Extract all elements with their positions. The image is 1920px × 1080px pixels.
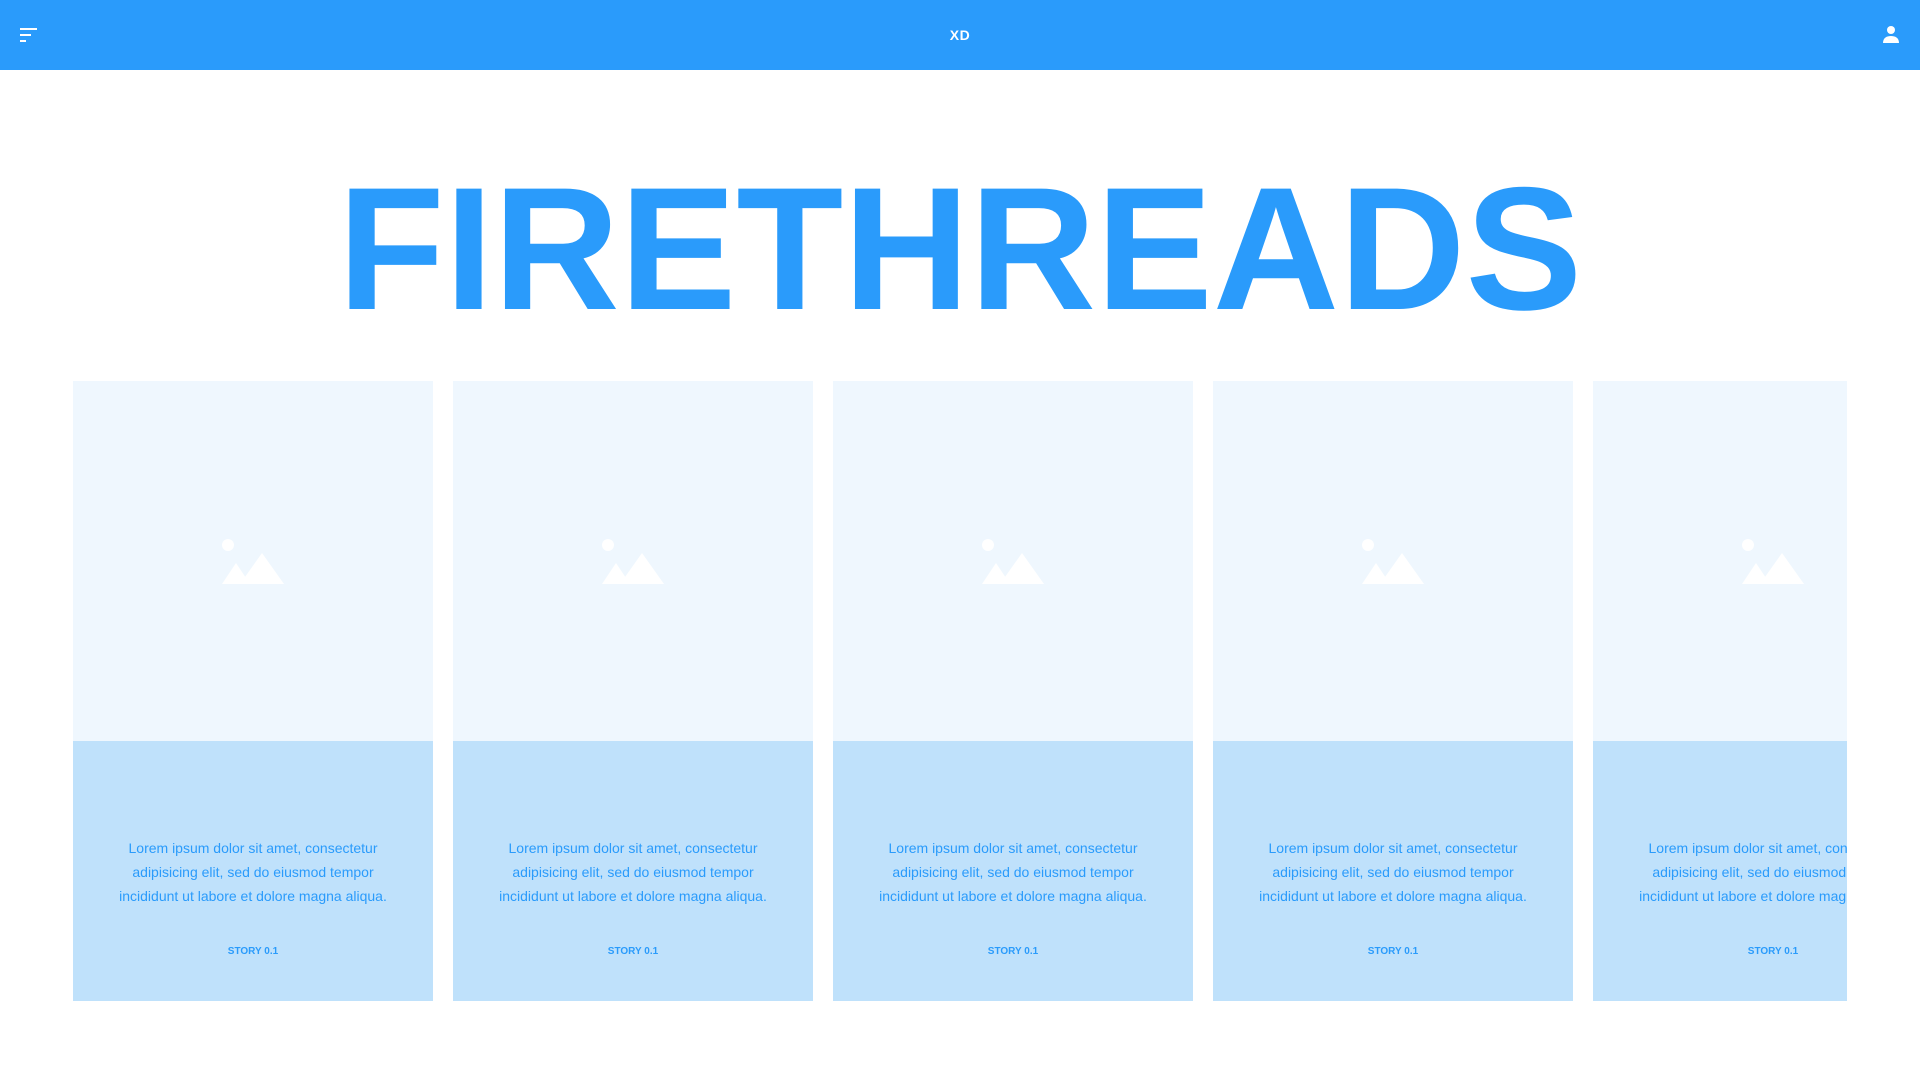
image-placeholder-icon	[1742, 538, 1804, 584]
card-image-placeholder	[73, 381, 433, 741]
card-body: Lorem ipsum dolor sit amet, consectetur …	[73, 741, 433, 1001]
card-body: Lorem ipsum dolor sit amet, consectetur …	[833, 741, 1193, 1001]
story-card[interactable]: Lorem ipsum dolor sit amet, consectetur …	[1213, 381, 1573, 1001]
card-story-label[interactable]: STORY 0.1	[1213, 946, 1573, 957]
card-description: Lorem ipsum dolor sit amet, consectetur …	[879, 840, 1147, 904]
card-body: Lorem ipsum dolor sit amet, consectetur …	[453, 741, 813, 1001]
card-body: Lorem ipsum dolor sit amet, consectetur …	[1593, 741, 1847, 1001]
story-card[interactable]: Lorem ipsum dolor sit amet, consectetur …	[73, 381, 433, 1001]
card-description: Lorem ipsum dolor sit amet, consectetur …	[1259, 840, 1527, 904]
card-description: Lorem ipsum dolor sit amet, consectetur …	[1639, 840, 1847, 904]
card-story-label[interactable]: STORY 0.1	[1593, 946, 1847, 957]
card-image-placeholder	[833, 381, 1193, 741]
card-image-placeholder	[1593, 381, 1847, 741]
card-image-placeholder	[1213, 381, 1573, 741]
card-story-label[interactable]: STORY 0.1	[453, 946, 813, 957]
card-description: Lorem ipsum dolor sit amet, consectetur …	[499, 840, 767, 904]
hero-title: FIRETHREADS	[337, 152, 1583, 347]
image-placeholder-icon	[1362, 538, 1424, 584]
card-story-label[interactable]: STORY 0.1	[73, 946, 433, 957]
story-carousel[interactable]: Lorem ipsum dolor sit amet, consectetur …	[73, 381, 1847, 1001]
app-brand: XD	[949, 27, 971, 43]
card-image-placeholder	[453, 381, 813, 741]
user-icon[interactable]	[1882, 25, 1900, 43]
card-body: Lorem ipsum dolor sit amet, consectetur …	[1213, 741, 1573, 1001]
story-card[interactable]: Lorem ipsum dolor sit amet, consectetur …	[1593, 381, 1847, 1001]
story-card[interactable]: Lorem ipsum dolor sit amet, consectetur …	[453, 381, 813, 1001]
card-story-label[interactable]: STORY 0.1	[833, 946, 1193, 957]
image-placeholder-icon	[602, 538, 664, 584]
image-placeholder-icon	[982, 538, 1044, 584]
story-card[interactable]: Lorem ipsum dolor sit amet, consectetur …	[833, 381, 1193, 1001]
story-card-track: Lorem ipsum dolor sit amet, consectetur …	[73, 381, 1847, 1001]
menu-icon[interactable]	[20, 28, 37, 42]
top-app-bar: XD	[0, 0, 1920, 70]
card-description: Lorem ipsum dolor sit amet, consectetur …	[119, 840, 387, 904]
image-placeholder-icon	[222, 538, 284, 584]
